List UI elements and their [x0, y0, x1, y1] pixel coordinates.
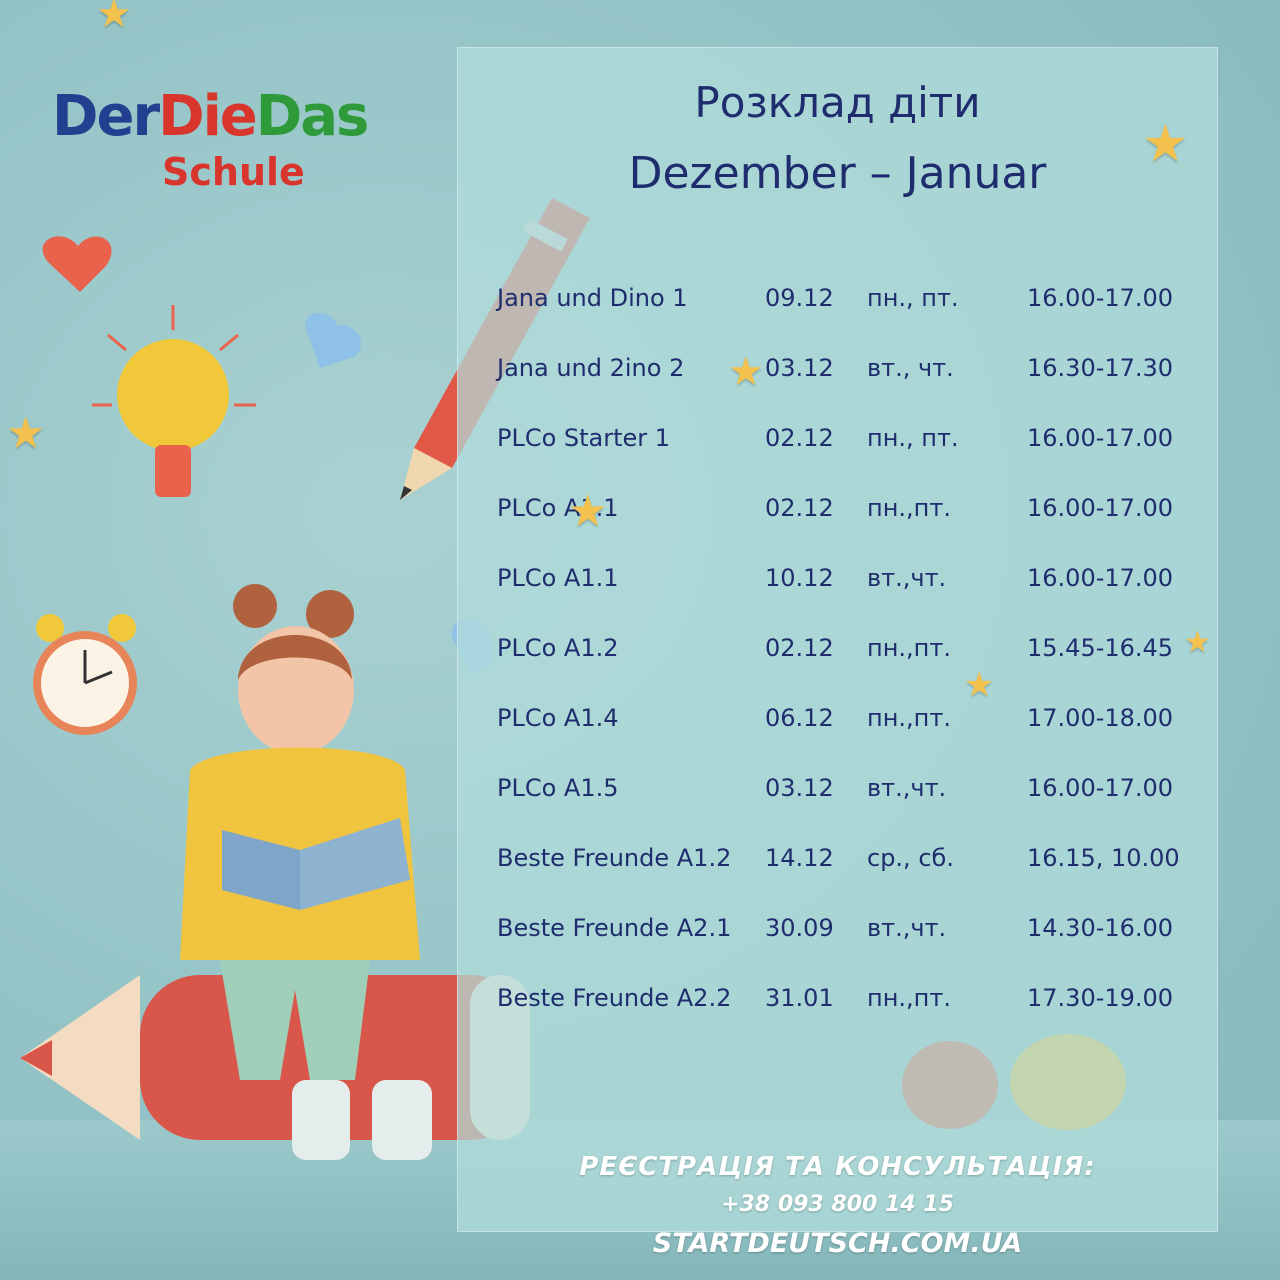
- class-time: 17.30-19.00: [1027, 984, 1174, 1012]
- class-time: 16.00-17.00: [1027, 564, 1174, 592]
- star-icon: ★: [964, 665, 995, 705]
- lightbulb-icon: [92, 305, 256, 497]
- heart-icon: [42, 236, 112, 292]
- class-time: 16.00-17.00: [1027, 494, 1174, 522]
- class-time: 15.45-16.45: [1027, 634, 1174, 662]
- start-date: 14.12: [765, 844, 834, 872]
- weekdays: вт.,чт.: [867, 914, 947, 942]
- schedule-row: Beste Freunde A2.1 30.09 вт.,чт. 14.30-16.0…: [497, 910, 1217, 980]
- schedule-row: PLCo A1.2 02.12 пн.,пт. 15.45-16.45: [497, 630, 1217, 700]
- star-icon: ★: [728, 349, 764, 395]
- start-date: 02.12: [765, 424, 834, 452]
- start-date: 31.01: [765, 984, 834, 1012]
- weekdays: вт.,чт.: [867, 564, 947, 592]
- course-name: Jana und 2ino 2: [497, 354, 685, 382]
- weekdays: вт., чт.: [867, 354, 954, 382]
- start-date: 02.12: [765, 634, 834, 662]
- schedule-row: PLCo Starter 1 02.12 пн., пт. 16.00-17.00: [497, 420, 1217, 490]
- course-name: PLCo A1.5: [497, 774, 619, 802]
- course-name: PLCo A1.2: [497, 634, 619, 662]
- course-name: Beste Freunde A2.2: [497, 984, 732, 1012]
- heart-icon: [305, 312, 362, 368]
- logo: DerDieDas Schule: [52, 82, 412, 202]
- star-icon: ★: [1142, 114, 1189, 174]
- logo-der: Der: [52, 84, 160, 149]
- class-time: 16.00-17.00: [1027, 774, 1174, 802]
- course-name: PLCo Starter 1: [497, 424, 671, 452]
- weekdays: ср., сб.: [867, 844, 954, 872]
- schedule-row: Beste Freunde A1.2 14.12 ср., сб. 16.15, 10…: [497, 840, 1217, 910]
- class-time: 16.30-17.30: [1027, 354, 1174, 382]
- star-icon: ★: [568, 486, 608, 537]
- weekdays: пн., пт.: [867, 424, 959, 452]
- start-date: 09.12: [765, 284, 834, 312]
- weekdays: пн., пт.: [867, 284, 959, 312]
- start-date: 06.12: [765, 704, 834, 732]
- logo-die: Die: [158, 84, 258, 149]
- schedule-row: Beste Freunde A2.2 31.01 пн.,пт. 17.30-19.0…: [497, 980, 1217, 1050]
- course-name: Beste Freunde A2.1: [497, 914, 732, 942]
- phone-number[interactable]: +38 093 800 14 15: [457, 1192, 1218, 1217]
- website-link[interactable]: STARTDEUTSCH.COM.UA: [457, 1228, 1218, 1259]
- registration-label: РЕЄСТРАЦІЯ ТА КОНСУЛЬТАЦІЯ:: [579, 1152, 1096, 1182]
- schedule-row: PLCo A1.1 10.12 вт.,чт. 16.00-17.00: [497, 560, 1217, 630]
- weekdays: пн.,пт.: [867, 634, 951, 662]
- schedule-row: Jana und Dino 1 09.12 пн., пт. 16.00-17.00: [497, 280, 1217, 350]
- star-icon: ★: [1184, 625, 1211, 660]
- schedule-row: PLCo A1.4 06.12 пн.,пт. 17.00-18.00: [497, 700, 1217, 770]
- star-icon: ★: [96, 0, 132, 37]
- class-time: 17.00-18.00: [1027, 704, 1174, 732]
- weekdays: пн.,пт.: [867, 494, 951, 522]
- class-time: 16.00-17.00: [1027, 284, 1174, 312]
- schedule-row: Jana und 2ino 2 03.12 вт., чт. 16.30-17.30: [497, 350, 1217, 420]
- weekdays: вт.,чт.: [867, 774, 947, 802]
- weekdays: пн.,пт.: [867, 704, 951, 732]
- course-name: Beste Freunde A1.2: [497, 844, 732, 872]
- course-name: PLCo A1.4: [497, 704, 619, 732]
- schedule-list: Jana und Dino 1 09.12 пн., пт. 16.00-17.00 J…: [497, 280, 1217, 1050]
- class-time: 16.15, 10.00: [1027, 844, 1180, 872]
- weekdays: пн.,пт.: [867, 984, 951, 1012]
- start-date: 03.12: [765, 354, 834, 382]
- schedule-row: PLCo A1.5 03.12 вт.,чт. 16.00-17.00: [497, 770, 1217, 840]
- course-name: PLCo A1.1: [497, 564, 619, 592]
- alarm-clock-icon: [33, 614, 137, 735]
- start-date: 30.09: [765, 914, 834, 942]
- start-date: 02.12: [765, 494, 834, 522]
- page-subtitle: Dezember – Januar: [628, 148, 1047, 199]
- star-icon: ★: [6, 408, 46, 459]
- page-title: Розклад діти: [694, 78, 981, 127]
- start-date: 03.12: [765, 774, 834, 802]
- logo-das: Das: [255, 84, 370, 149]
- start-date: 10.12: [765, 564, 834, 592]
- course-name: Jana und Dino 1: [497, 284, 688, 312]
- logo-schule: Schule: [162, 150, 305, 194]
- class-time: 14.30-16.00: [1027, 914, 1174, 942]
- class-time: 16.00-17.00: [1027, 424, 1174, 452]
